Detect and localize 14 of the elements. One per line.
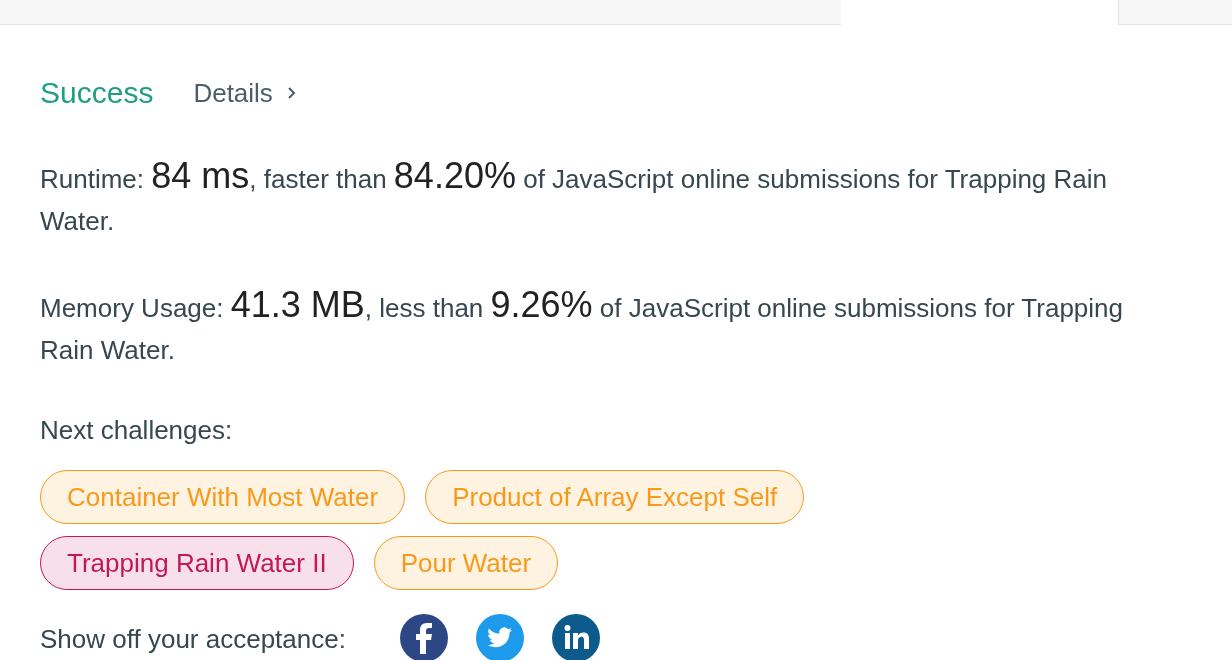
stat-sentence: Memory Usage: 41.3 MB, less than 9.26% of JavaScript online submissions for Trapping Rain Water. [40, 284, 1124, 367]
facebook-icon[interactable] [399, 614, 448, 660]
challenge-tag[interactable]: Pour Water [373, 536, 559, 590]
share-label: Show off your acceptance: [40, 623, 346, 655]
details-link[interactable]: Details [193, 77, 297, 109]
bird-icon[interactable] [475, 614, 524, 660]
next-challenges-label: Next challenges: [40, 415, 234, 446]
status-text: Success [40, 76, 154, 110]
stat-sentence: Runtime: 84 ms, faster than 84.20% of JavaScript online submissions for Trapping Rain Water. [40, 155, 1109, 238]
challenge-tag[interactable]: Trapping Rain Water II [40, 536, 354, 590]
challenge-tag[interactable]: Product of Array Except Self [425, 470, 805, 524]
linkedin-icon[interactable] [551, 614, 600, 660]
chevron-icon [286, 86, 297, 100]
challenge-tag[interactable]: Container With Most Water [40, 470, 406, 524]
